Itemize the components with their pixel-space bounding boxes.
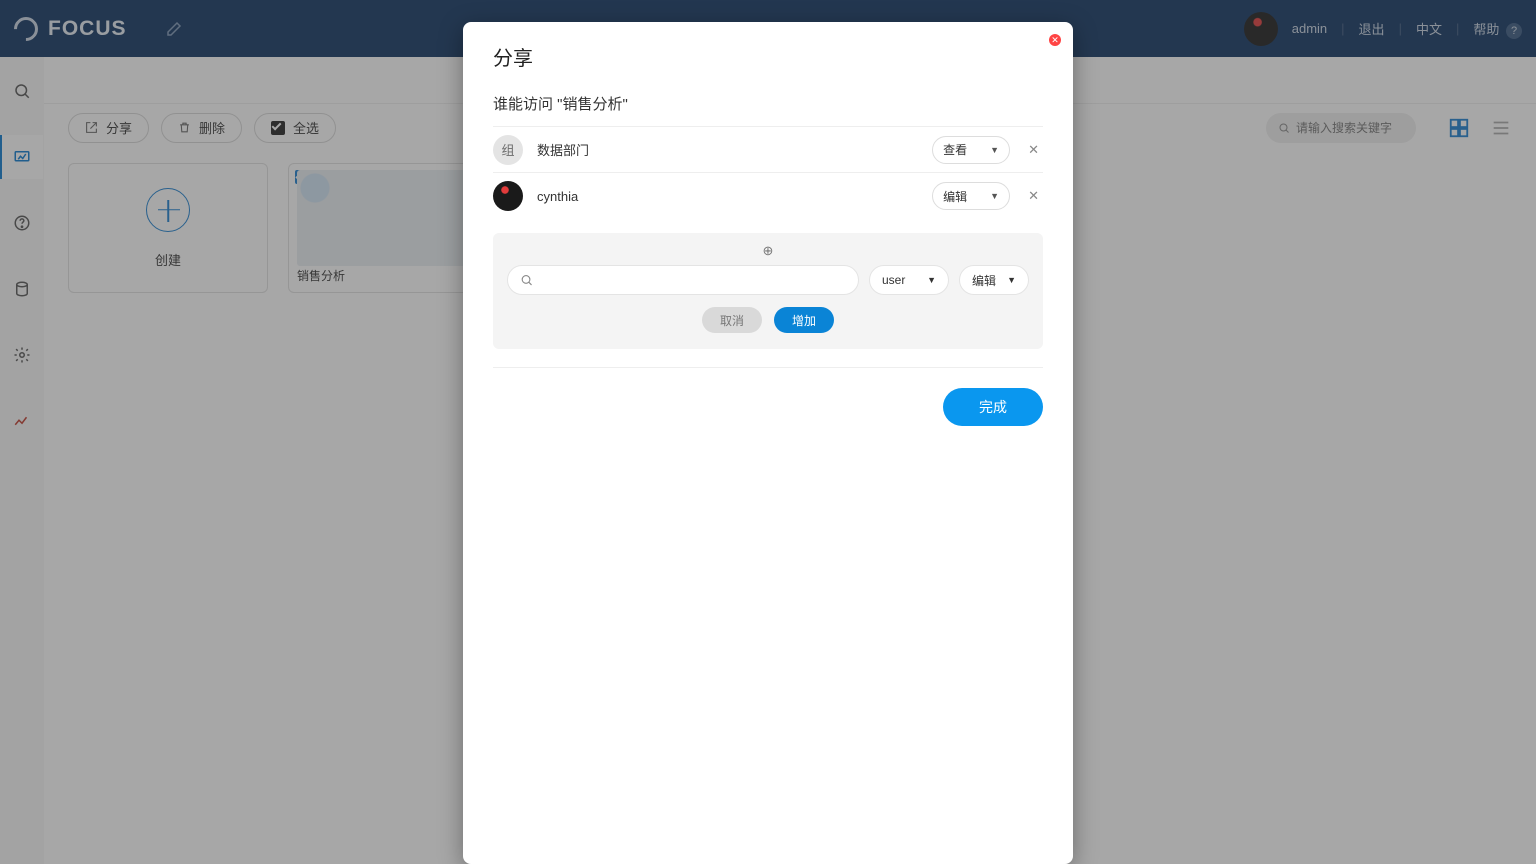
share-list: 组 数据部门 查看 ▼ ✕ cynthia 编辑 ▼ ✕ — [493, 126, 1043, 219]
modal-overlay: ✕ 分享 谁能访问 "销售分析" 组 数据部门 查看 ▼ ✕ cynthia 编… — [0, 0, 1536, 864]
remove-row-button[interactable]: ✕ — [1024, 142, 1043, 158]
group-badge-icon: 组 — [493, 135, 523, 165]
add-panel: ⊕ user ▼ 编辑 ▼ 取消 增加 — [493, 233, 1043, 349]
chevron-down-icon: ▼ — [990, 145, 999, 155]
share-row: 组 数据部门 查看 ▼ ✕ — [493, 127, 1043, 173]
add-confirm-button[interactable]: 增加 — [774, 307, 834, 333]
share-modal: ✕ 分享 谁能访问 "销售分析" 组 数据部门 查看 ▼ ✕ cynthia 编… — [463, 22, 1073, 864]
add-perm-select[interactable]: 编辑 ▼ — [959, 265, 1029, 295]
add-search-box[interactable] — [507, 265, 859, 295]
permission-select[interactable]: 编辑 ▼ — [932, 182, 1010, 210]
share-row: cynthia 编辑 ▼ ✕ — [493, 173, 1043, 219]
chevron-down-icon: ▼ — [990, 191, 999, 201]
done-button[interactable]: 完成 — [943, 388, 1043, 426]
chevron-down-icon: ▼ — [1007, 275, 1016, 285]
chevron-down-icon: ▼ — [927, 275, 936, 285]
search-icon — [520, 273, 533, 287]
modal-subtitle: 谁能访问 "销售分析" — [493, 93, 1043, 114]
add-cancel-button[interactable]: 取消 — [702, 307, 762, 333]
add-type-select[interactable]: user ▼ — [869, 265, 949, 295]
permission-select[interactable]: 查看 ▼ — [932, 136, 1010, 164]
share-name: cynthia — [537, 189, 918, 204]
remove-row-button[interactable]: ✕ — [1024, 188, 1043, 204]
share-name: 数据部门 — [537, 140, 918, 159]
user-avatar-icon — [493, 181, 523, 211]
add-plus-icon[interactable]: ⊕ — [507, 243, 1029, 259]
modal-title: 分享 — [493, 42, 1043, 71]
modal-close-button[interactable]: ✕ — [1049, 34, 1061, 46]
add-search-input[interactable] — [539, 273, 846, 287]
